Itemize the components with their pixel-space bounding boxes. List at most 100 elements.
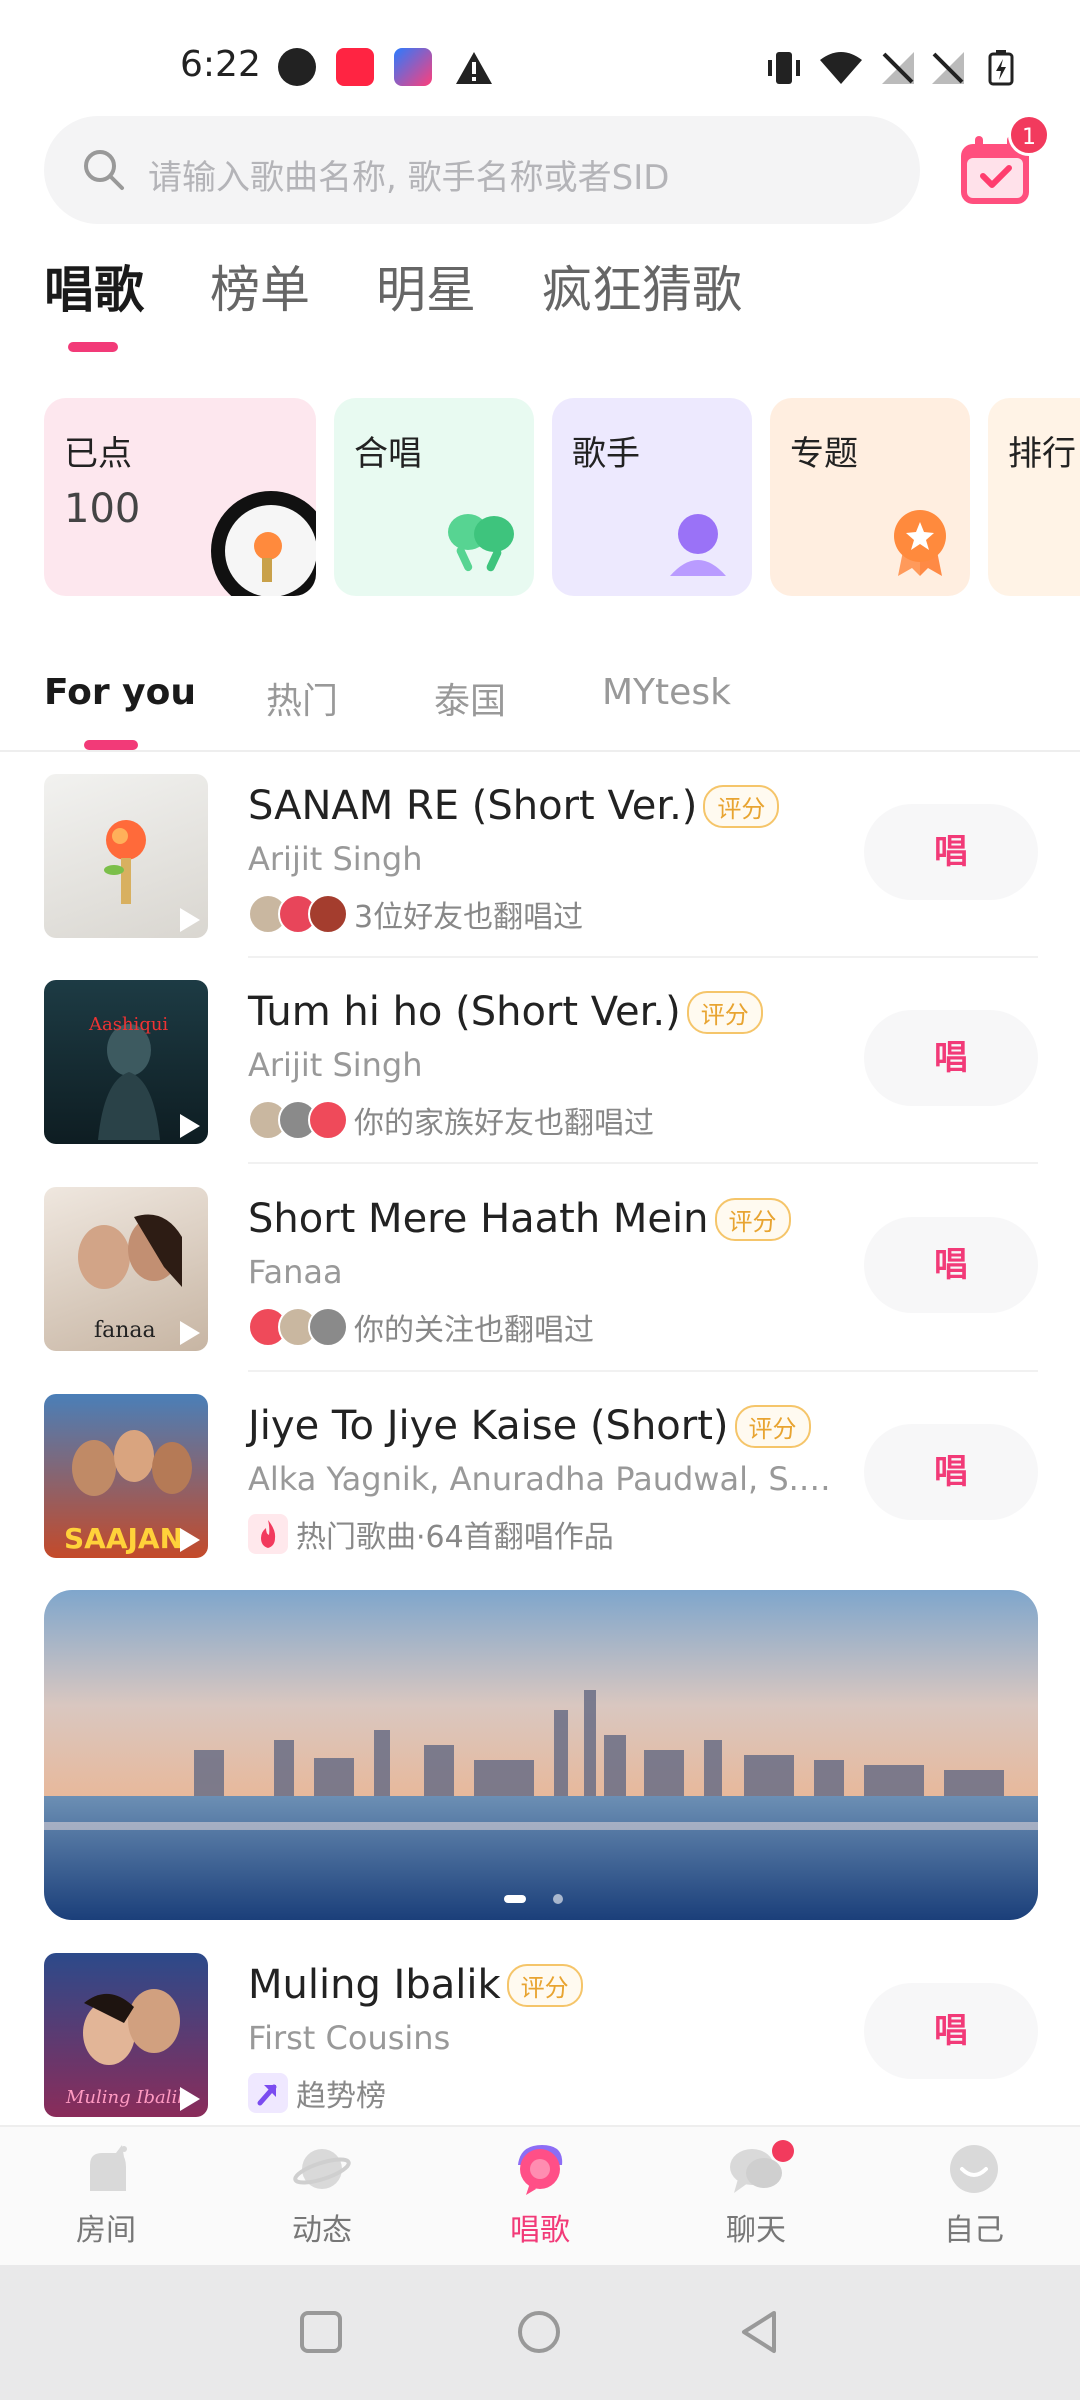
subtab-for-you[interactable]: For you (44, 672, 196, 713)
svg-text:SAAJAN: SAAJAN (64, 1522, 183, 1555)
play-icon (180, 1528, 200, 1552)
cover-art (104, 820, 146, 904)
divider (248, 956, 1038, 958)
divider (248, 1162, 1038, 1164)
category-label: 歌手 (572, 434, 640, 474)
song-title: Muling Ibalik (248, 1962, 501, 2008)
song-row[interactable]: Muling Ibalik Muling Ibalik 评分 First Cou… (0, 1953, 1080, 2153)
nav-label: 房间 (76, 2213, 136, 2248)
song-title: Short Mere Haath Mein (248, 1196, 709, 1242)
requested-count: 100 (64, 486, 141, 532)
song-meta: 趋势榜 (248, 2071, 386, 2115)
sub-tabs: For you 热门 泰国 MYtesk (0, 666, 1080, 746)
sing-button[interactable]: 唱 (864, 804, 1038, 900)
song-meta: 你的家族好友也翻唱过 (248, 1098, 654, 1142)
nav-chat[interactable]: 聊天 (686, 2139, 826, 2259)
home-icon[interactable] (514, 2307, 564, 2357)
song-meta: 热门歌曲·64首翻唱作品 (248, 1512, 614, 1556)
app-notification-icon (278, 48, 316, 86)
wifi-icon (820, 52, 862, 84)
category-topics[interactable]: 专题 (770, 398, 970, 596)
song-cover[interactable]: Muling Ibalik (44, 1953, 208, 2117)
warning-icon (456, 52, 492, 84)
friend-avatar (308, 1307, 348, 1347)
tab-charts[interactable]: 榜单 (210, 250, 310, 322)
nav-me[interactable]: 自己 (904, 2139, 1044, 2259)
search-bar[interactable]: 请输入歌曲名称, 歌手名称或者SID (44, 116, 920, 224)
score-badge: 评分 (714, 1197, 791, 1241)
svg-text:Muling Ibalik: Muling Ibalik (65, 2087, 188, 2108)
recents-icon[interactable] (296, 2307, 346, 2357)
song-artist: Arijit Singh (248, 1046, 423, 1084)
duet-mic-icon (448, 514, 514, 572)
category-requested[interactable]: 已点 100 (44, 398, 316, 596)
nav-label: 唱歌 (510, 2213, 570, 2248)
song-meta-text: 热门歌曲·64首翻唱作品 (296, 1520, 614, 1555)
song-title-row: SANAM RE (Short Ver.) 评分 (248, 776, 780, 836)
search-placeholder: 请输入歌曲名称, 歌手名称或者SID (148, 158, 670, 198)
score-badge: 评分 (686, 990, 763, 1034)
category-row: 已点 100 合唱 歌手 专题 排行 (0, 398, 1080, 598)
xiaohongshu-notification-icon (336, 48, 374, 86)
sing-button[interactable]: 唱 (864, 1424, 1038, 1520)
subtab-popular[interactable]: 热门 (266, 672, 338, 724)
nav-label: 聊天 (726, 2213, 786, 2248)
record-disc-icon (211, 491, 316, 596)
main-tab-indicator (68, 342, 118, 352)
promo-banner[interactable] (44, 1590, 1038, 1920)
song-row[interactable]: Aashiqui Tum hi ho (Short Ver.) 评分 Ariji… (0, 980, 1080, 1180)
sing-button[interactable]: 唱 (864, 1217, 1038, 1313)
nav-rooms[interactable]: 房间 (36, 2139, 176, 2259)
song-cover[interactable] (44, 774, 208, 938)
category-rankings[interactable]: 排行 (988, 398, 1080, 596)
main-tabs: 唱歌 榜单 明星 疯狂猜歌 (0, 250, 1080, 350)
friend-avatar (308, 1100, 348, 1140)
song-cover[interactable]: Aashiqui (44, 980, 208, 1144)
category-label: 合唱 (354, 434, 422, 474)
song-title-row: Short Mere Haath Mein 评分 (248, 1189, 791, 1249)
song-meta-text: 趋势榜 (296, 2079, 386, 2114)
tab-stars[interactable]: 明星 (376, 250, 476, 322)
category-label: 排行 (1008, 434, 1076, 474)
nav-feed[interactable]: 动态 (252, 2139, 392, 2259)
category-singers[interactable]: 歌手 (552, 398, 752, 596)
chat-unread-dot (772, 2140, 794, 2162)
fire-icon (248, 1514, 288, 1554)
song-meta-text: 你的家族好友也翻唱过 (354, 1106, 654, 1141)
singer-avatar-icon (670, 514, 726, 576)
sing-button[interactable]: 唱 (864, 1010, 1038, 1106)
medal-icon (894, 510, 946, 576)
svg-text:fanaa: fanaa (94, 1318, 156, 1343)
song-meta-text: 你的关注也翻唱过 (354, 1313, 594, 1348)
subtab-mytesk[interactable]: MYtesk (602, 672, 731, 713)
category-label: 已点 (64, 434, 132, 474)
score-badge: 评分 (703, 784, 780, 828)
tab-guess-song[interactable]: 疯狂猜歌 (542, 250, 742, 322)
back-icon[interactable] (734, 2307, 784, 2357)
sing-button[interactable]: 唱 (864, 1983, 1038, 2079)
banner-image (44, 1590, 1038, 1920)
song-row[interactable]: SANAM RE (Short Ver.) 评分 Arijit Singh 3位… (0, 774, 1080, 974)
signal-off-icon-2 (932, 52, 964, 84)
divider (0, 750, 1080, 752)
tab-sing[interactable]: 唱歌 (44, 250, 144, 322)
profile-face-icon (950, 2145, 998, 2193)
status-time: 6:22 (180, 44, 261, 85)
svg-text:Aashiqui: Aashiqui (88, 1014, 168, 1035)
song-title-row: Muling Ibalik 评分 (248, 1955, 583, 2015)
signal-off-icon-1 (882, 52, 914, 84)
category-duet[interactable]: 合唱 (334, 398, 534, 596)
song-title: Jiye To Jiye Kaise (Short) (248, 1403, 729, 1449)
singing-mic-icon (518, 2145, 563, 2195)
song-meta: 你的关注也翻唱过 (248, 1305, 594, 1349)
vibrate-icon (768, 52, 800, 84)
song-row[interactable]: SAAJAN Jiye To Jiye Kaise (Short) 评分 Alk… (0, 1394, 1080, 1594)
play-icon (180, 2087, 200, 2111)
song-cover[interactable]: fanaa (44, 1187, 208, 1351)
play-icon (180, 1114, 200, 1138)
sub-tab-indicator (84, 740, 138, 750)
song-cover[interactable]: SAAJAN (44, 1394, 208, 1558)
song-row[interactable]: fanaa Short Mere Haath Mein 评分 Fanaa 你的关… (0, 1187, 1080, 1387)
subtab-thailand[interactable]: 泰国 (434, 672, 506, 724)
nav-sing[interactable]: 唱歌 (470, 2139, 610, 2259)
